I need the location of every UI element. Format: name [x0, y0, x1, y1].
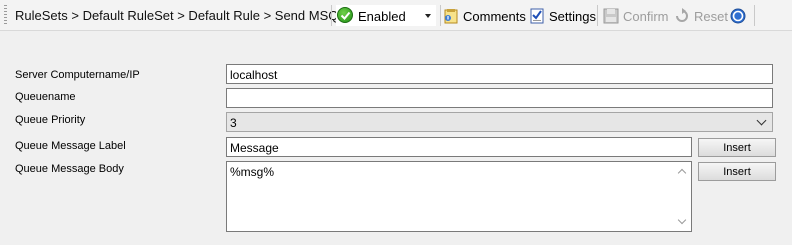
- toolbar-separator: [597, 5, 598, 26]
- queue-priority-select[interactable]: 3: [226, 112, 773, 132]
- scroll-down-icon[interactable]: [677, 215, 687, 225]
- queue-priority-value: 3: [230, 116, 237, 130]
- confirm-label: Confirm: [623, 8, 669, 24]
- toolbar-separator: [331, 5, 332, 26]
- server-computername-input[interactable]: localhost: [226, 64, 773, 84]
- comments-icon: [443, 8, 459, 24]
- reset-button[interactable]: Reset: [674, 6, 728, 26]
- queue-message-label-label: Queue Message Label: [15, 140, 126, 152]
- queue-message-label-input[interactable]: Message: [226, 137, 692, 157]
- insert-body-button[interactable]: Insert: [698, 162, 776, 181]
- queue-message-body-label: Queue Message Body: [15, 163, 124, 175]
- save-icon: [603, 8, 619, 24]
- queue-priority-label: Queue Priority: [15, 114, 86, 126]
- reset-label: Reset: [694, 8, 728, 24]
- queue-message-body-value: %msg%: [230, 165, 275, 179]
- confirm-button[interactable]: Confirm: [603, 6, 669, 26]
- queuename-label: Queuename: [15, 91, 76, 103]
- toolbar-grip[interactable]: [4, 5, 7, 25]
- settings-label: Settings: [549, 8, 596, 24]
- status-dropdown[interactable]: Enabled: [336, 5, 436, 26]
- textarea-scrollbar[interactable]: [674, 162, 691, 231]
- settings-button[interactable]: Settings: [529, 6, 596, 26]
- toolbar-separator: [754, 5, 755, 26]
- toolbar: RuleSets > Default RuleSet > Default Rul…: [0, 0, 792, 31]
- comments-label: Comments: [463, 8, 526, 24]
- help-button[interactable]: [730, 6, 746, 26]
- settings-checklist-icon: [529, 8, 545, 24]
- chevron-down-icon: [756, 115, 767, 126]
- server-computername-label: Server Computername/IP: [15, 69, 140, 81]
- scroll-up-icon[interactable]: [677, 168, 687, 178]
- reset-icon: [674, 8, 690, 24]
- toolbar-separator: [440, 5, 441, 26]
- comments-button[interactable]: Comments: [443, 6, 526, 26]
- queuename-input[interactable]: [226, 88, 773, 108]
- queue-message-body-textarea[interactable]: %msg%: [226, 161, 692, 232]
- breadcrumb: RuleSets > Default RuleSet > Default Rul…: [15, 8, 368, 23]
- status-label: Enabled: [358, 9, 406, 24]
- help-icon: [730, 8, 746, 24]
- green-check-icon: [337, 7, 353, 23]
- chevron-down-icon: [425, 14, 431, 18]
- insert-label-button[interactable]: Insert: [698, 138, 776, 157]
